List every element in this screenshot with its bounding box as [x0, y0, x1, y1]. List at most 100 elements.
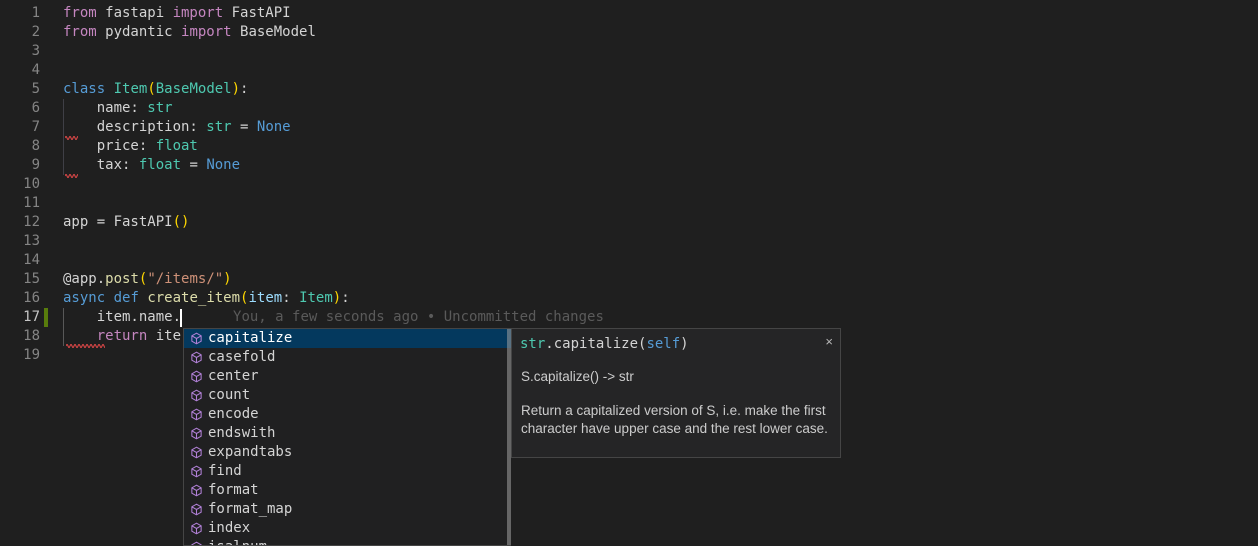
- autocomplete-item-label: format: [208, 481, 259, 500]
- code-line[interactable]: 2from pydantic import BaseModel: [0, 23, 1258, 42]
- git-blame-annotation: You, a few seconds ago • Uncommitted cha…: [233, 309, 604, 325]
- method-icon: [188, 521, 204, 537]
- line-number[interactable]: 18: [0, 327, 40, 346]
- code-line-text: name: str: [63, 99, 173, 118]
- code-line[interactable]: 13: [0, 232, 1258, 251]
- code-token: ): [680, 336, 688, 352]
- autocomplete-item[interactable]: encode: [184, 405, 511, 424]
- code-token: FastAPI: [223, 5, 290, 21]
- code-line[interactable]: 17 item.name. You, a few seconds ago • Un…: [0, 308, 1258, 327]
- text-cursor: [180, 309, 182, 327]
- autocomplete-item[interactable]: isalnum: [184, 538, 511, 546]
- suggestion-docs-panel: str.capitalize(self) × S.capitalize() ->…: [511, 328, 841, 458]
- code-line[interactable]: 4: [0, 61, 1258, 80]
- code-token: ite: [147, 328, 181, 344]
- line-number[interactable]: 10: [0, 175, 40, 194]
- line-number[interactable]: 2: [0, 23, 40, 42]
- indent-guide: [63, 308, 64, 346]
- code-token: item.name.: [63, 309, 181, 325]
- code-token: self: [646, 336, 680, 352]
- close-icon[interactable]: ×: [825, 332, 833, 351]
- code-line[interactable]: 1 from fastapi import FastAPI: [0, 4, 1258, 23]
- line-number[interactable]: 15: [0, 270, 40, 289]
- autocomplete-item-label: count: [208, 386, 250, 405]
- docs-summary: S.capitalize() -> str: [521, 368, 831, 386]
- line-number[interactable]: 3: [0, 42, 40, 61]
- line-number[interactable]: 7: [0, 118, 40, 137]
- error-squiggle: [66, 342, 105, 348]
- autocomplete-item-label: encode: [208, 405, 259, 424]
- autocomplete-item[interactable]: count: [184, 386, 511, 405]
- code-token: ): [223, 271, 231, 287]
- code-line[interactable]: 3: [0, 42, 1258, 61]
- line-number[interactable]: 16: [0, 289, 40, 308]
- code-line[interactable]: 11: [0, 194, 1258, 213]
- code-token: "/items/": [147, 271, 223, 287]
- code-line[interactable]: 6 name: str: [0, 99, 1258, 118]
- code-token: =: [232, 119, 257, 135]
- line-number[interactable]: 6: [0, 99, 40, 118]
- autocomplete-item[interactable]: expandtabs: [184, 443, 511, 462]
- autocomplete-item[interactable]: capitalize: [184, 329, 511, 348]
- code-token: class: [63, 81, 105, 97]
- line-number[interactable]: 8: [0, 137, 40, 156]
- code-line-text: tax: float = None: [63, 156, 240, 175]
- autocomplete-item[interactable]: format_map: [184, 500, 511, 519]
- line-number[interactable]: 14: [0, 251, 40, 270]
- code-line-text: from fastapi import FastAPI: [63, 4, 291, 23]
- code-line[interactable]: 16async def create_item(item: Item):: [0, 289, 1258, 308]
- code-line[interactable]: 12app = FastAPI(): [0, 213, 1258, 232]
- code-token: Item: [114, 81, 148, 97]
- autocomplete-item[interactable]: center: [184, 367, 511, 386]
- code-line-text: price: float: [63, 137, 198, 156]
- docs-body: S.capitalize() -> str Return a capitaliz…: [512, 368, 840, 438]
- autocomplete-item[interactable]: index: [184, 519, 511, 538]
- line-number[interactable]: 9: [0, 156, 40, 175]
- line-number[interactable]: 17: [0, 308, 40, 327]
- autocomplete-item[interactable]: format: [184, 481, 511, 500]
- line-number[interactable]: 5: [0, 80, 40, 99]
- code-token: item: [248, 290, 282, 306]
- code-lines-container: 1from fastapi import FastAPI2from pydant…: [0, 4, 1258, 365]
- autocomplete-item[interactable]: casefold: [184, 348, 511, 367]
- autocomplete-item-label: isalnum: [208, 538, 267, 546]
- code-line[interactable]: 7 description: str = None: [0, 118, 1258, 137]
- code-line[interactable]: 10: [0, 175, 1258, 194]
- code-token: BaseModel: [232, 24, 316, 40]
- code-line[interactable]: 14: [0, 251, 1258, 270]
- code-line-text: description: str = None: [63, 118, 291, 137]
- method-icon: [188, 369, 204, 385]
- code-token: float: [139, 157, 181, 173]
- code-editor[interactable]: 1from fastapi import FastAPI2from pydant…: [0, 0, 1258, 546]
- code-token: float: [156, 138, 198, 154]
- line-number[interactable]: 13: [0, 232, 40, 251]
- code-token: @app.: [63, 271, 105, 287]
- docs-description: Return a capitalized version of S, i.e. …: [521, 402, 831, 438]
- autocomplete-item[interactable]: find: [184, 462, 511, 481]
- code-token: def: [114, 290, 139, 306]
- code-line-text: @app.post("/items/"): [63, 270, 232, 289]
- autocomplete-list: capitalizecasefoldcentercountencodeendsw…: [184, 329, 511, 546]
- method-icon: [188, 483, 204, 499]
- autocomplete-item-label: format_map: [208, 500, 292, 519]
- code-line-text: item.name. You, a few seconds ago • Uncom…: [63, 308, 604, 327]
- code-token: from: [63, 5, 97, 21]
- code-line[interactable]: 15 @app.post("/items/"): [0, 270, 1258, 289]
- method-icon: [188, 540, 204, 546]
- code-line[interactable]: 5class Item(BaseModel):: [0, 80, 1258, 99]
- line-number[interactable]: 1: [0, 4, 40, 23]
- line-number[interactable]: 19: [0, 346, 40, 365]
- code-token: :: [240, 81, 248, 97]
- line-number[interactable]: 12: [0, 213, 40, 232]
- code-line[interactable]: 8 price: float: [0, 137, 1258, 156]
- line-number[interactable]: 11: [0, 194, 40, 213]
- autocomplete-item[interactable]: endswith: [184, 424, 511, 443]
- line-number[interactable]: 4: [0, 61, 40, 80]
- code-token: pydantic: [97, 24, 181, 40]
- method-icon: [188, 445, 204, 461]
- code-token: :: [341, 290, 349, 306]
- code-token: ): [333, 290, 341, 306]
- error-squiggle: [65, 134, 78, 140]
- method-icon: [188, 502, 204, 518]
- code-line[interactable]: 9 tax: float = None: [0, 156, 1258, 175]
